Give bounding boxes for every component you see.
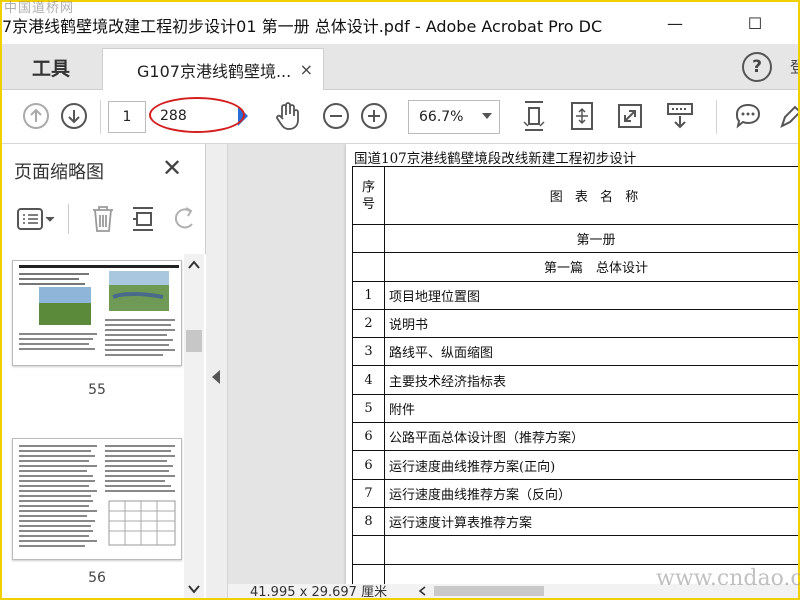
window-title: 7京港线鹤壁境改建工程初步设计01 第一册 总体设计.pdf - Adobe A… [2, 17, 603, 36]
table-cell [384, 535, 798, 565]
table-row: 3 路线平、纵面缩图 [352, 337, 798, 367]
tab-document-label: G107京港线鹤壁境... [137, 61, 292, 81]
fit-height-icon[interactable] [518, 100, 550, 132]
row-number: 5 [352, 393, 385, 424]
arrow-up-icon[interactable] [20, 100, 52, 132]
thumbnail-panel: 页面缩略图 ✕ 55 56 [2, 144, 206, 598]
watermark-logo: 中国道桥网 [4, 1, 75, 16]
row-name: 说明书 [384, 308, 798, 339]
acrobat-window: 7京港线鹤壁境改建工程初步设计01 第一册 总体设计.pdf - Adobe A… [2, 2, 798, 598]
row-name: 运行速度曲线推荐方案（反向） [384, 478, 798, 508]
table-row: 6 公路平面总体设计图（推荐方案） [352, 422, 798, 452]
volume-label: 第一册 [384, 223, 798, 254]
chevron-down-icon [482, 113, 492, 119]
header-name: 图 表 名 称 [384, 166, 798, 225]
zoom-in-icon[interactable] [358, 100, 390, 132]
table-cell [352, 535, 385, 565]
page-number-input[interactable]: 1 [108, 101, 146, 133]
tab-close-icon[interactable]: × [300, 60, 313, 79]
collapse-arrow-icon[interactable] [212, 370, 220, 384]
row-name: 项目地理位置图 [384, 280, 798, 310]
maximize-button[interactable]: ☐ [732, 2, 778, 44]
contents-table: 序 号 图 表 名 称 第一册 第一篇 总体设计 1 项目地理位置图 2 说明书… [352, 166, 798, 593]
pen-icon[interactable] [774, 100, 798, 132]
thumbnail-page-number: 56 [88, 570, 106, 586]
title-bar: 7京港线鹤壁境改建工程初步设计01 第一册 总体设计.pdf - Adobe A… [2, 2, 798, 44]
table-row: 第一篇 总体设计 [352, 252, 798, 282]
header-number: 序 号 [352, 166, 385, 225]
row-name: 附件 [384, 393, 798, 424]
panel-collapse-strip[interactable] [206, 144, 228, 598]
scroll-mode-icon[interactable] [664, 100, 696, 132]
tab-tools[interactable]: 工具 [2, 44, 100, 90]
rotate-icon[interactable] [172, 204, 198, 232]
row-number: 4 [352, 365, 385, 395]
row-name: 运行速度计算表推荐方案 [384, 506, 798, 537]
row-name: 路线平、纵面缩图 [384, 337, 798, 367]
table-row: 5 附件 [352, 393, 798, 424]
table-cell [352, 252, 385, 282]
toolbar-divider [716, 100, 717, 134]
page-thumbnail[interactable] [12, 438, 182, 560]
help-icon[interactable]: ? [742, 52, 772, 82]
insert-page-icon[interactable] [130, 204, 158, 234]
zoom-value: 66.7% [419, 109, 464, 125]
trash-icon[interactable] [90, 204, 116, 234]
thumbnail-list: 55 56 [2, 254, 206, 598]
thumbnail-scrollbar[interactable] [184, 254, 204, 598]
document-viewport[interactable]: 国道107京港线鹤壁境段改线新建工程初步设计 序 号 图 表 名 称 第一册 第… [228, 144, 798, 598]
panel-title: 页面缩略图 [14, 162, 104, 183]
scrollbar-thumb[interactable] [186, 330, 202, 352]
close-icon[interactable]: ✕ [162, 154, 182, 182]
table-header-row: 序 号 图 表 名 称 [352, 166, 798, 225]
minimize-button[interactable]: — [652, 2, 698, 44]
hand-icon[interactable] [272, 100, 304, 132]
scroll-up-icon[interactable] [188, 260, 200, 270]
fit-page-icon[interactable] [566, 100, 598, 132]
options-menu-icon[interactable] [16, 206, 56, 232]
fullscreen-icon[interactable] [614, 100, 646, 132]
table-row: 6 运行速度曲线推荐方案(正向) [352, 450, 798, 480]
row-name: 主要技术经济指标表 [384, 365, 798, 395]
tab-document[interactable]: G107京港线鹤壁境... × [102, 48, 324, 90]
arrow-down-icon[interactable] [58, 100, 90, 132]
part-label: 第一篇 总体设计 [384, 252, 798, 282]
pdf-page: 国道107京港线鹤壁境段改线新建工程初步设计 序 号 图 表 名 称 第一册 第… [346, 144, 798, 598]
toolbar-divider [100, 100, 101, 134]
table-row: 4 主要技术经济指标表 [352, 365, 798, 395]
horizontal-scrollbar-thumb[interactable] [434, 586, 544, 596]
row-number: 6 [352, 422, 385, 452]
document-heading: 国道107京港线鹤壁境段改线新建工程初步设计 [354, 151, 637, 167]
table-row: 2 说明书 [352, 308, 798, 339]
scroll-left-icon[interactable] [418, 586, 428, 596]
tab-bar: 工具 G107京港线鹤壁境... × ? 登 [2, 44, 798, 90]
row-number: 2 [352, 308, 385, 339]
row-number: 3 [352, 337, 385, 367]
watermark-url: www.cndao.com [656, 566, 800, 591]
page-dimensions: 41.995 x 29.697 厘米 [250, 585, 388, 598]
sign-in-button[interactable]: 登 [790, 56, 798, 77]
panel-divider [68, 204, 69, 234]
row-name: 运行速度曲线推荐方案(正向) [384, 450, 798, 480]
row-number: 8 [352, 506, 385, 537]
thumbnail-page-number: 55 [88, 382, 106, 398]
zoom-select[interactable]: 66.7% [408, 100, 500, 134]
zoom-out-icon[interactable] [320, 100, 352, 132]
row-number: 1 [352, 280, 385, 310]
row-number: 6 [352, 450, 385, 480]
table-cell [352, 223, 385, 254]
comment-icon[interactable] [732, 100, 764, 132]
row-name: 公路平面总体设计图（推荐方案） [384, 422, 798, 452]
table-row [352, 535, 798, 565]
scroll-down-icon[interactable] [188, 584, 200, 594]
row-number: 7 [352, 478, 385, 508]
annotation-ellipse [149, 97, 245, 133]
table-row: 第一册 [352, 223, 798, 254]
panel-tools [2, 196, 206, 248]
table-row: 8 运行速度计算表推荐方案 [352, 506, 798, 537]
page-thumbnail[interactable] [12, 260, 182, 366]
table-row: 7 运行速度曲线推荐方案（反向） [352, 478, 798, 508]
table-row: 1 项目地理位置图 [352, 280, 798, 310]
